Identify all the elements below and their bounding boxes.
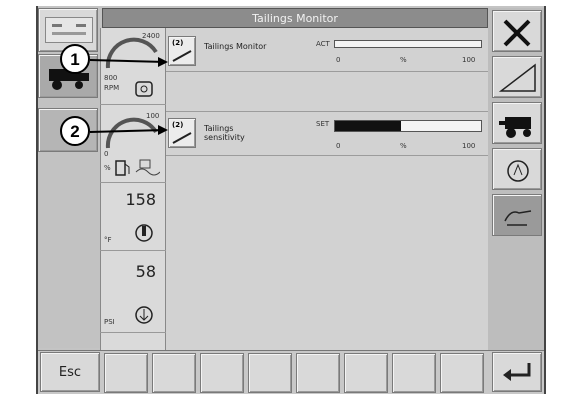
page-title: Tailings Monitor	[102, 8, 488, 28]
combine-side-icon	[499, 117, 531, 138]
tailings-monitor-bar	[334, 40, 482, 48]
enter-button[interactable]	[492, 352, 542, 392]
esc-button[interactable]: Esc	[40, 352, 100, 392]
softkey-6[interactable]	[344, 353, 388, 393]
softkey-2[interactable]	[152, 353, 196, 393]
softkey-8[interactable]	[440, 353, 484, 393]
callout-2: 2	[60, 116, 90, 146]
oil-pressure-unit: PSI	[104, 318, 115, 326]
slope-icon	[499, 63, 536, 92]
tailings-sensitivity-bar[interactable]	[334, 120, 482, 132]
percent-unit: %	[104, 164, 111, 172]
tailings-sensitivity-label: Tailings sensitivity	[204, 124, 245, 142]
enter-icon	[503, 363, 531, 381]
act-tag: ACT	[316, 40, 330, 48]
temperature-icon	[135, 224, 153, 242]
set-scale-max: 100	[462, 142, 476, 150]
engine-icon	[507, 160, 529, 182]
combine-side-button[interactable]	[492, 102, 542, 144]
hand-button[interactable]	[492, 194, 542, 236]
callout-1: 1	[60, 44, 90, 74]
act-scale-min: 0	[336, 56, 341, 64]
tools-button[interactable]	[492, 10, 542, 52]
set-tag: SET	[316, 120, 330, 128]
def-level-icon	[135, 159, 160, 176]
rpm-gauge-max: 2400	[142, 32, 160, 40]
tools-icon	[503, 19, 531, 47]
act-scale-unit: %	[400, 56, 407, 64]
softkey-5[interactable]	[296, 353, 340, 393]
coolant-temp-unit: °F	[104, 236, 112, 244]
oil-pressure-icon	[135, 306, 153, 324]
hand-icon	[504, 210, 532, 226]
softkey-7[interactable]	[392, 353, 436, 393]
fuel-icon	[115, 160, 130, 176]
engine-button[interactable]	[492, 148, 542, 190]
set-scale-min: 0	[336, 142, 341, 150]
act-scale-max: 100	[462, 56, 476, 64]
settings-row-empty	[166, 72, 488, 112]
coolant-temp-value: 158	[125, 190, 156, 209]
softkey-1[interactable]	[104, 353, 148, 393]
tailings-monitor-label: Tailings Monitor	[204, 42, 267, 51]
slope-button[interactable]	[492, 56, 542, 98]
set-scale-unit: %	[400, 142, 407, 150]
softkey-4[interactable]	[248, 353, 292, 393]
oil-pressure-value: 58	[135, 262, 156, 281]
softkey-3[interactable]	[200, 353, 244, 393]
percent-gauge-low: 0	[104, 150, 109, 158]
